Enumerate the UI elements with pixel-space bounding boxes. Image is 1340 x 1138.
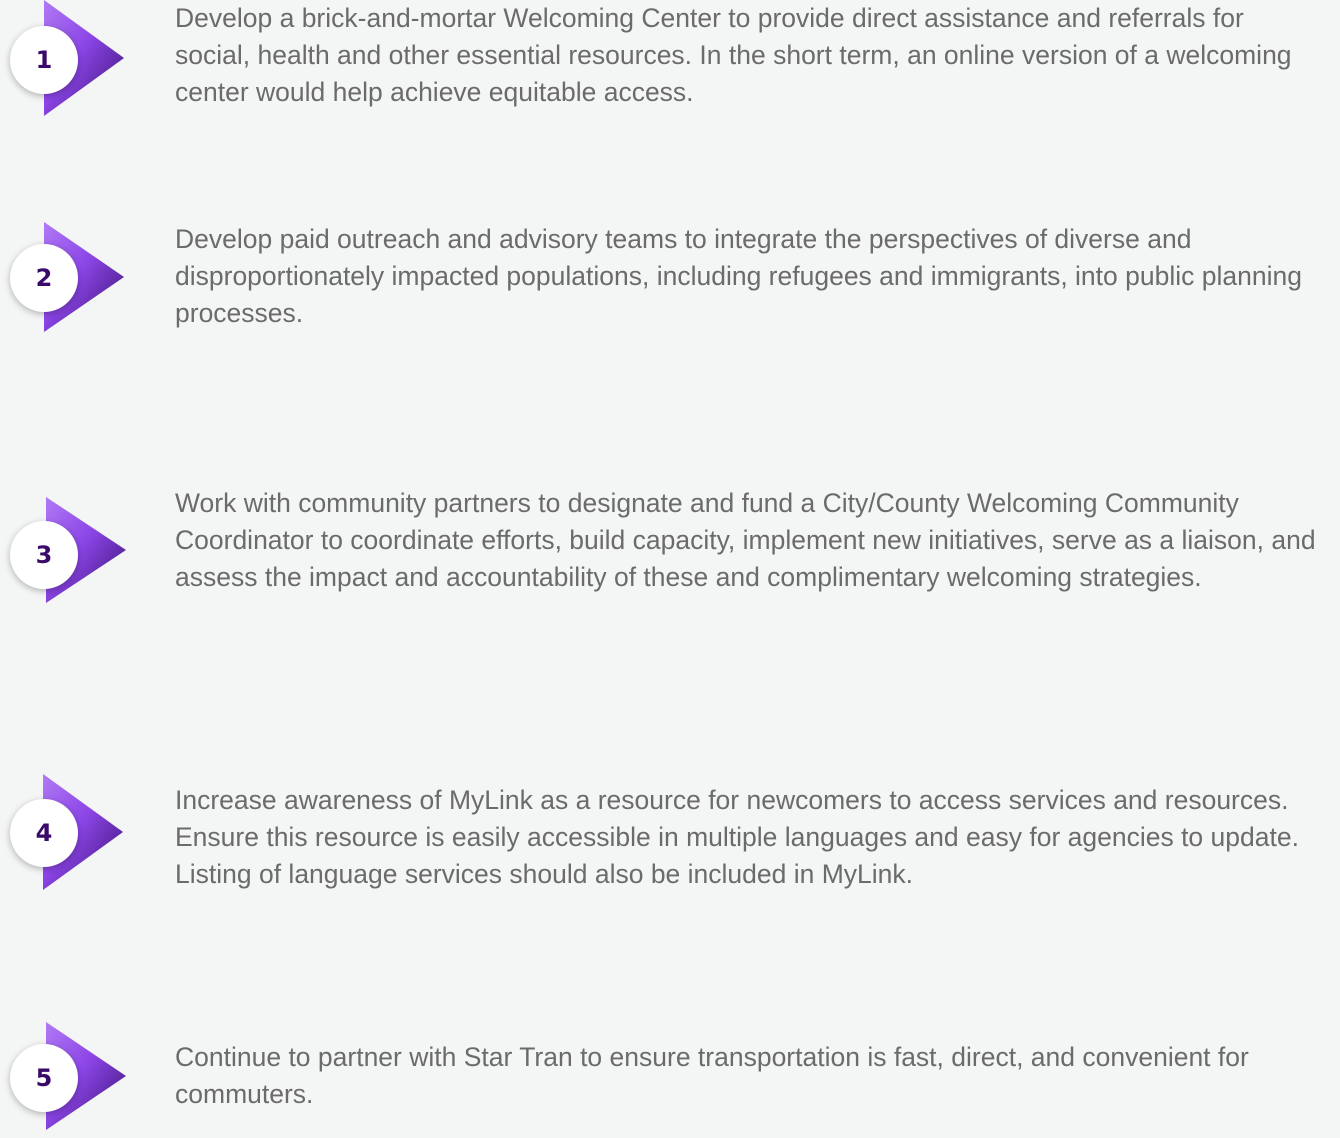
- recommendation-text: Develop paid outreach and advisory teams…: [175, 224, 1302, 328]
- recommendation-text: Continue to partner with Star Tran to en…: [175, 1042, 1249, 1109]
- step-number: 2: [10, 244, 78, 312]
- step-number: 1: [10, 26, 78, 94]
- step-number: 5: [10, 1044, 78, 1112]
- number-marker: 1: [0, 0, 130, 120]
- step-number: 3: [10, 521, 78, 589]
- recommendation-text: Increase awareness of MyLink as a resour…: [175, 785, 1299, 889]
- number-marker: 2: [0, 220, 130, 340]
- number-marker: 4: [0, 770, 130, 890]
- number-marker: 5: [0, 1018, 130, 1138]
- recommendation-text: Work with community partners to designat…: [175, 488, 1316, 592]
- recommendation-text: Develop a brick-and-mortar Welcoming Cen…: [175, 3, 1292, 107]
- step-number: 4: [10, 799, 78, 867]
- number-marker: 3: [0, 485, 130, 605]
